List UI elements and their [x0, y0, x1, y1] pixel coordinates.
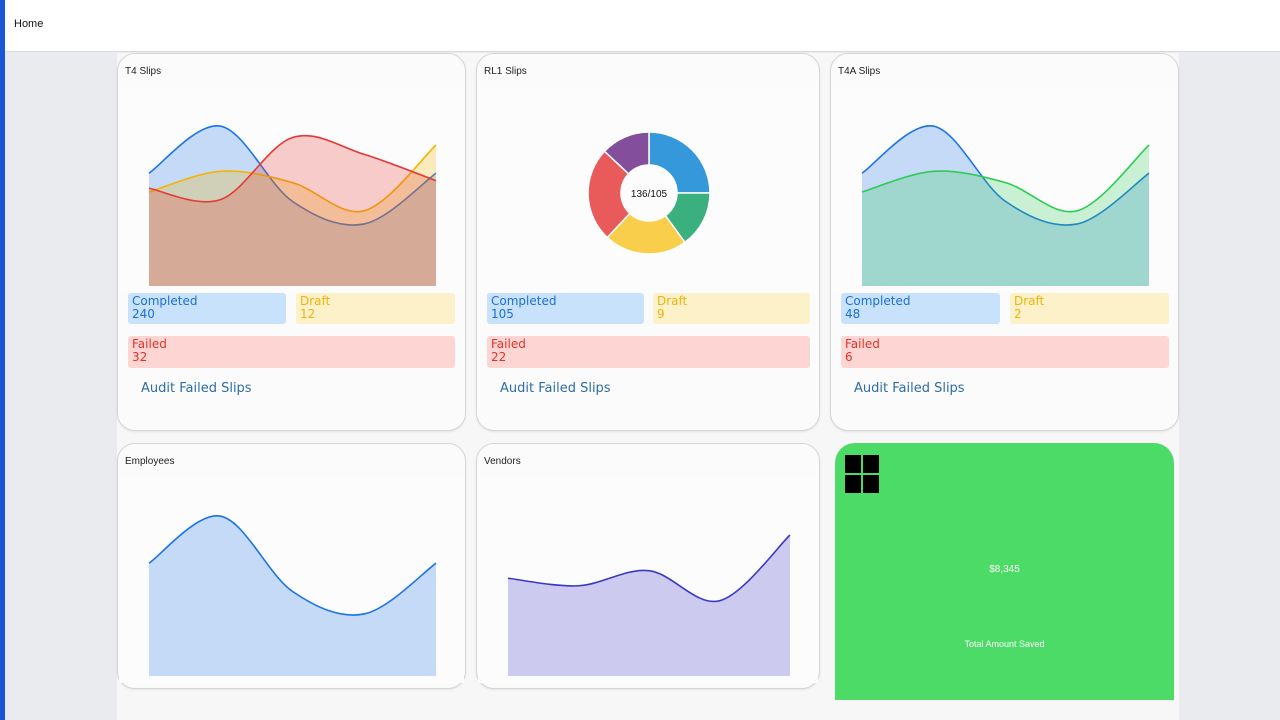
draft-value: 2	[1014, 307, 1022, 321]
draft-label: Draft	[1014, 294, 1045, 308]
draft-value: 12	[300, 307, 316, 321]
failed-value: 22	[491, 350, 507, 364]
audit-failed-slips-link[interactable]: Audit Failed Slips	[141, 381, 252, 396]
draft-stat[interactable]: Draft 2	[1010, 293, 1169, 324]
employees-chart	[148, 515, 437, 676]
failed-value: 32	[132, 350, 148, 364]
completed-value: 105	[491, 307, 514, 321]
card-title: RL1 Slips	[484, 66, 527, 77]
chart-area	[119, 478, 464, 683]
chart-area: 136/105	[478, 88, 818, 293]
rl1-slips-card: RL1 Slips 136/105 Completed 105 Draft 9 …	[476, 53, 820, 431]
rl1-slips-donut-chart: 136/105	[587, 131, 711, 255]
completed-stat[interactable]: Completed 240	[128, 293, 286, 324]
chart-area	[478, 478, 818, 683]
left-accent-bar	[0, 0, 5, 720]
donut-segment-0[interactable]	[648, 131, 711, 194]
completed-stat[interactable]: Completed 105	[487, 293, 644, 324]
series-0-area	[149, 515, 436, 676]
failed-value: 6	[845, 350, 853, 364]
series-0-area	[508, 535, 790, 676]
windows-icon	[845, 455, 879, 495]
card-title: Vendors	[484, 456, 521, 467]
audit-failed-slips-link[interactable]: Audit Failed Slips	[854, 381, 965, 396]
completed-value: 48	[845, 307, 861, 321]
savings-amount: $8,345	[989, 564, 1020, 575]
draft-value: 9	[657, 307, 665, 321]
t4a-slips-chart	[861, 125, 1150, 286]
savings-label: Total Amount Saved	[964, 639, 1045, 649]
draft-label: Draft	[300, 294, 331, 308]
vendors-chart	[507, 534, 791, 676]
failed-label: Failed	[491, 337, 526, 351]
t4-slips-card: T4 Slips Completed 240 Draft 12 Failed 3…	[117, 53, 466, 431]
total-amount-saved-tile[interactable]: $8,345 Total Amount Saved	[835, 443, 1174, 700]
t4-slips-chart	[148, 125, 437, 286]
donut-center-label: 136/105	[631, 189, 668, 200]
chart-area	[119, 88, 464, 293]
employees-card: Employees	[117, 443, 466, 689]
top-bar: Home	[5, 0, 1280, 52]
failed-label: Failed	[845, 337, 880, 351]
audit-failed-slips-link[interactable]: Audit Failed Slips	[500, 381, 611, 396]
vendors-card: Vendors	[476, 443, 820, 689]
card-title: T4A Slips	[838, 66, 881, 77]
home-link[interactable]: Home	[14, 18, 43, 30]
card-title: Employees	[125, 456, 175, 467]
completed-label: Completed	[845, 294, 911, 308]
chart-area	[832, 88, 1177, 293]
t4a-slips-card: T4A Slips Completed 48 Draft 2 Failed 6 …	[830, 53, 1179, 431]
card-title: T4 Slips	[125, 66, 162, 77]
draft-stat[interactable]: Draft 12	[296, 293, 455, 324]
completed-stat[interactable]: Completed 48	[841, 293, 1000, 324]
draft-stat[interactable]: Draft 9	[653, 293, 810, 324]
failed-stat[interactable]: Failed 22	[487, 336, 810, 368]
draft-label: Draft	[657, 294, 688, 308]
completed-value: 240	[132, 307, 155, 321]
failed-stat[interactable]: Failed 32	[128, 336, 455, 368]
failed-stat[interactable]: Failed 6	[841, 336, 1169, 368]
failed-label: Failed	[132, 337, 167, 351]
